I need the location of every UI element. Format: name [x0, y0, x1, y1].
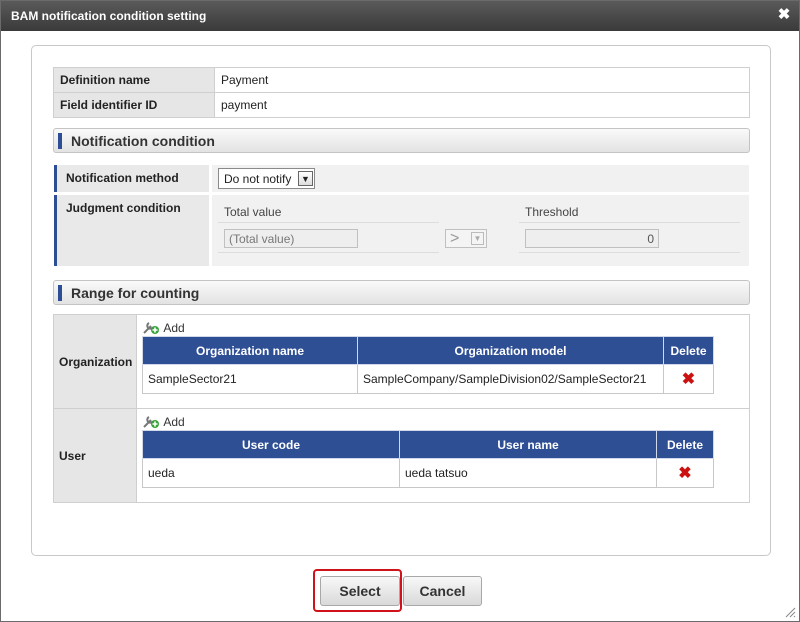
user-cell: Add User code User name Delete ueda ueda…: [136, 408, 750, 503]
organization-label: Organization: [53, 314, 137, 409]
organization-cell: Add Organization name Organization model…: [136, 314, 750, 409]
column-header: Organization model: [357, 336, 664, 365]
select-button[interactable]: Select: [320, 576, 400, 606]
section-marker: [58, 285, 62, 301]
title-bar[interactable]: BAM notification condition setting ✖: [1, 1, 799, 31]
resize-grip-icon[interactable]: [784, 606, 796, 618]
definition-name-label: Definition name: [53, 67, 215, 93]
section-marker: [58, 133, 62, 149]
field-id-label: Field identifier ID: [53, 92, 215, 118]
user-label: User: [53, 408, 137, 503]
dropdown-arrow-icon: ▼: [298, 171, 313, 186]
content-panel: Definition name Payment Field identifier…: [31, 45, 771, 556]
delete-icon[interactable]: ✖: [656, 458, 714, 488]
definition-name-value: Payment: [214, 67, 750, 93]
delete-icon[interactable]: ✖: [663, 364, 714, 394]
column-header: Delete: [663, 336, 714, 365]
dropdown-arrow-icon: ▼: [471, 232, 484, 245]
divider: [218, 222, 439, 223]
total-value-field: (Total value): [224, 229, 358, 248]
add-user-label: Add: [163, 414, 185, 429]
field-id-value: payment: [214, 92, 750, 118]
notification-method-select[interactable]: Do not notify ▼: [218, 168, 315, 189]
cancel-button[interactable]: Cancel: [403, 576, 482, 606]
operator-value: >: [450, 230, 460, 247]
divider: [218, 252, 439, 253]
column-header: User name: [399, 430, 657, 459]
notification-condition-header: Notification condition: [53, 128, 750, 153]
range-for-counting-header: Range for counting: [53, 280, 750, 305]
notification-method-cell: Do not notify ▼: [212, 165, 749, 192]
add-organization-button[interactable]: Add: [138, 316, 185, 336]
threshold-header: Threshold: [525, 205, 579, 219]
judgment-condition-label: Judgment condition: [54, 195, 209, 266]
info-table: Definition name Payment Field identifier…: [53, 67, 750, 118]
notification-method-value: Do not notify: [224, 172, 292, 186]
divider: [519, 252, 740, 253]
column-header: User code: [142, 430, 400, 459]
column-header: Delete: [656, 430, 714, 459]
dialog: BAM notification condition setting ✖ Def…: [0, 0, 800, 622]
divider: [519, 222, 740, 223]
close-icon[interactable]: ✖: [777, 7, 791, 23]
notification-method-label: Notification method: [54, 165, 209, 192]
organization-model-cell: SampleCompany/SampleDivision02/SampleSec…: [357, 364, 664, 394]
add-user-button[interactable]: Add: [138, 410, 185, 430]
range-table: Organization Add Organization name Organ…: [53, 314, 750, 503]
organization-table: Organization name Organization model Del…: [142, 336, 714, 394]
operator-select: > ▼: [445, 229, 487, 248]
organization-name-cell: SampleSector21: [142, 364, 358, 394]
add-wrench-icon: [142, 414, 160, 429]
user-name-cell: ueda tatsuo: [399, 458, 657, 488]
user-table: User code User name Delete ueda ueda tat…: [142, 430, 714, 488]
table-row: ueda ueda tatsuo ✖: [142, 458, 714, 488]
dialog-title: BAM notification condition setting: [11, 9, 207, 23]
judgment-condition-cell: Total value Threshold (Total value) > ▼ …: [212, 195, 749, 266]
add-organization-label: Add: [163, 320, 185, 335]
table-row: SampleSector21 SampleCompany/SampleDivis…: [142, 364, 714, 394]
user-code-cell: ueda: [142, 458, 400, 488]
column-header: Organization name: [142, 336, 358, 365]
notification-condition-title: Notification condition: [71, 133, 215, 149]
threshold-field: 0: [525, 229, 659, 248]
add-wrench-icon: [142, 320, 160, 335]
range-for-counting-title: Range for counting: [71, 285, 200, 301]
total-value-header: Total value: [224, 205, 282, 219]
